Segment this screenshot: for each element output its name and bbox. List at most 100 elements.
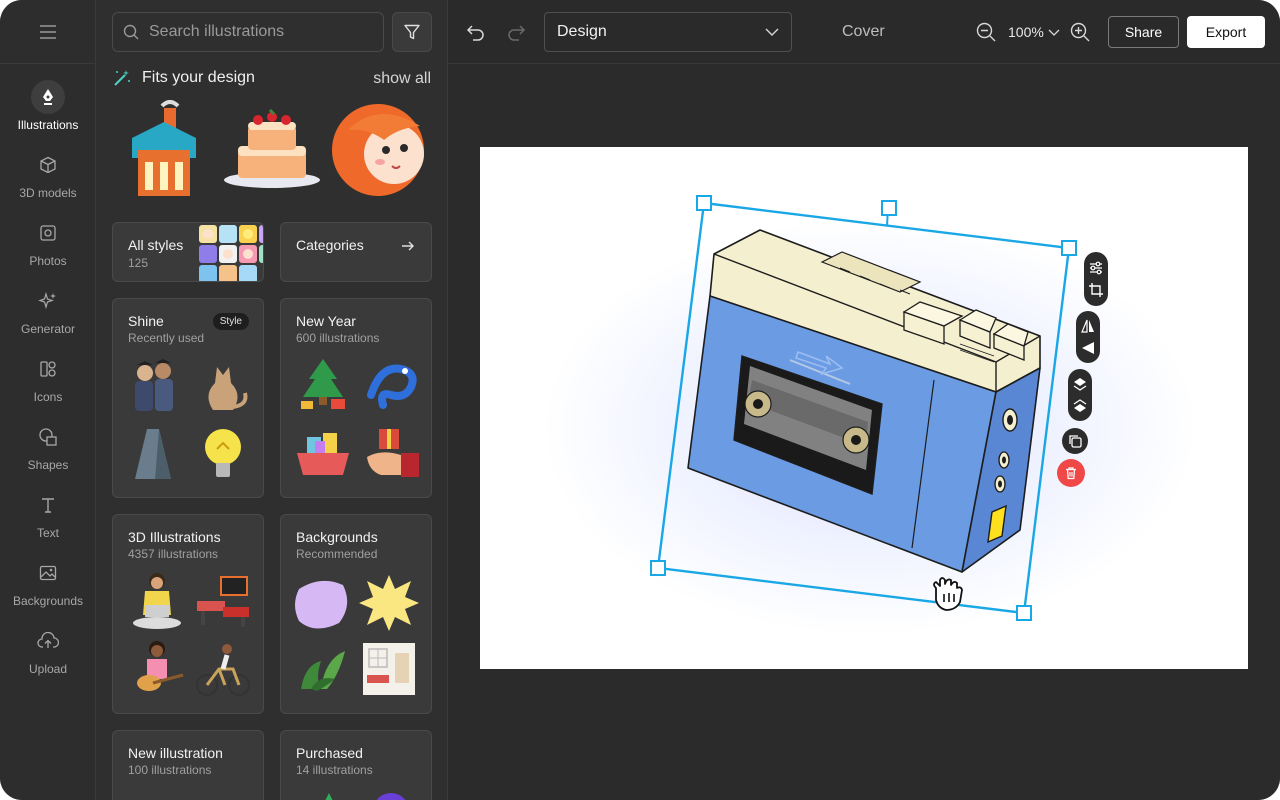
icons-grid-icon <box>40 361 56 377</box>
search-input[interactable] <box>149 23 369 41</box>
house-illustration[interactable] <box>112 100 216 200</box>
new-illustration-collection-card[interactable]: New illustration 100 illustrations <box>112 730 264 800</box>
trash-icon <box>1066 467 1076 480</box>
redo-icon <box>508 25 526 41</box>
purchased-thumbnails-peek <box>325 793 406 800</box>
zoom-level[interactable]: 100% <box>1008 24 1044 40</box>
duplicate-button[interactable] <box>1062 428 1088 454</box>
card-subtitle: 4357 illustrations <box>128 547 219 561</box>
undo-icon <box>466 25 484 41</box>
adjust-sliders-icon[interactable] <box>1088 260 1104 276</box>
zoom-chevron-down-icon[interactable] <box>1048 29 1060 36</box>
card-title: New Year <box>296 313 356 329</box>
undo-button[interactable] <box>464 20 488 44</box>
rail-item-label: Text <box>36 526 59 540</box>
new-year-collection-card[interactable]: New Year 600 illustrations <box>280 298 432 498</box>
design-dropdown[interactable]: Design <box>544 12 792 52</box>
rail-item-generator[interactable]: Generator <box>0 284 96 344</box>
green-plant-illustration <box>301 651 345 691</box>
delete-button[interactable] <box>1057 459 1085 487</box>
rail-item-upload[interactable]: Upload <box>0 624 96 684</box>
zoom-in-icon <box>1070 22 1090 42</box>
card-title: Shine <box>128 313 164 329</box>
rail-item-illustrations[interactable]: Illustrations <box>0 80 96 140</box>
show-all-link[interactable]: show all <box>373 70 431 88</box>
canvas-area[interactable] <box>448 64 1280 800</box>
card-title: Purchased <box>296 745 363 761</box>
object-tools-group-2 <box>1076 311 1100 363</box>
card-subtitle: Recommended <box>296 547 378 561</box>
all-styles-count: 125 <box>128 256 149 270</box>
filter-button[interactable] <box>392 12 432 52</box>
backgrounds-collection-card[interactable]: Backgrounds Recommended <box>280 514 432 714</box>
flip-horizontal-icon[interactable] <box>1080 318 1096 334</box>
gift-hand-illustration <box>367 429 419 477</box>
room-interior-illustration <box>363 643 415 695</box>
rail-item-label: Upload <box>28 662 68 676</box>
rail-item-label: Icons <box>33 390 63 404</box>
design-dropdown-value: Design <box>557 23 607 40</box>
lightbulb-illustration <box>205 429 241 477</box>
bring-forward-icon[interactable] <box>1072 376 1088 392</box>
purple-blob-shape <box>295 580 348 629</box>
redo-button[interactable] <box>504 20 528 44</box>
filter-icon <box>404 24 420 40</box>
card-subtitle: 600 illustrations <box>296 331 380 345</box>
send-backward-icon[interactable] <box>1072 398 1088 414</box>
dragon-illustration <box>367 364 417 409</box>
shine-collection-card[interactable]: Shine Recently used Style <box>112 298 264 498</box>
girl-face-illustration[interactable] <box>328 100 432 200</box>
cloud-upload-icon <box>37 632 59 648</box>
cube-icon <box>40 156 56 174</box>
sparkle-icon <box>38 291 56 310</box>
object-tools-group-1 <box>1084 252 1108 306</box>
lamp-illustration <box>135 429 171 479</box>
card-subtitle: 100 illustrations <box>128 763 212 777</box>
share-button[interactable]: Share <box>1108 16 1179 48</box>
object-tools-group-3 <box>1068 369 1092 421</box>
text-t-icon <box>42 498 54 513</box>
categories-card[interactable]: Categories <box>280 222 432 282</box>
library-panel: Fits your design show all <box>96 0 448 800</box>
fits-title-text: Fits your design <box>142 69 255 86</box>
page-name-label[interactable]: Cover <box>842 23 885 41</box>
categories-title: Categories <box>296 237 364 253</box>
card-subtitle: Recently used <box>128 331 205 345</box>
woman-laptop-illustration <box>133 573 181 629</box>
cake-illustration[interactable] <box>220 100 324 200</box>
card-subtitle: 14 illustrations <box>296 763 373 777</box>
purchased-collection-card[interactable]: Purchased 14 illustrations <box>280 730 432 800</box>
image-icon <box>39 565 57 581</box>
zoom-out-button[interactable] <box>974 20 998 44</box>
zoom-in-button[interactable] <box>1068 20 1092 44</box>
graduates-illustration <box>135 359 173 411</box>
rail-item-shapes[interactable]: Shapes <box>0 420 96 480</box>
pen-nib-icon <box>43 89 53 105</box>
rail-item-photos[interactable]: Photos <box>0 216 96 276</box>
flip-vertical-icon[interactable] <box>1080 340 1096 356</box>
app-window: Illustrations 3D models Photos Generator… <box>0 0 1280 800</box>
export-button[interactable]: Export <box>1187 16 1265 48</box>
top-toolbar: Design Cover 100% Share Export <box>448 0 1280 64</box>
menu-button[interactable] <box>0 0 96 64</box>
duplicate-icon <box>1069 435 1082 448</box>
all-styles-card[interactable]: All styles 125 <box>112 222 264 282</box>
rail-item-label: 3D models <box>19 186 77 200</box>
fits-your-design-heading: Fits your design <box>112 68 255 88</box>
artboard[interactable] <box>480 147 1248 669</box>
all-styles-title: All styles <box>128 237 184 253</box>
bicycle-rider-illustration <box>196 644 250 696</box>
shapes-icon <box>39 428 57 446</box>
rail-item-label: Generator <box>20 322 76 336</box>
rail-item-3d-models[interactable]: 3D models <box>0 148 96 208</box>
rail-item-text[interactable]: Text <box>0 488 96 548</box>
crop-icon[interactable] <box>1088 282 1104 298</box>
rail-item-backgrounds[interactable]: Backgrounds <box>0 556 96 616</box>
desk-setup-illustration <box>197 576 249 627</box>
rail-item-icons[interactable]: Icons <box>0 352 96 412</box>
3d-illustrations-collection-card[interactable]: 3D Illustrations 4357 illustrations <box>112 514 264 714</box>
search-box[interactable] <box>112 12 384 52</box>
style-badge: Style <box>212 313 249 330</box>
left-rail: Illustrations 3D models Photos Generator… <box>0 0 96 800</box>
rail-item-label: Backgrounds <box>12 594 84 608</box>
